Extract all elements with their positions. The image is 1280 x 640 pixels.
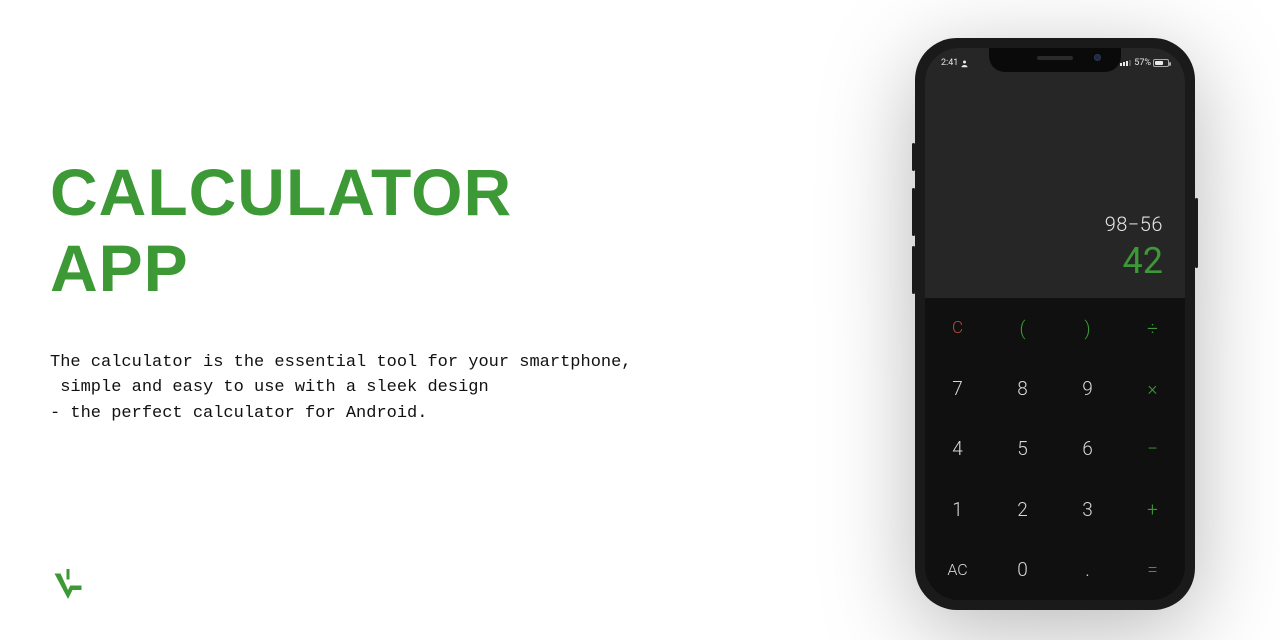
page-title: CALCULATOR APP xyxy=(50,155,770,307)
phone-volume-up-icon xyxy=(912,188,915,236)
key-5[interactable]: 5 xyxy=(990,419,1055,479)
calc-result: 42 xyxy=(1123,240,1163,282)
phone-mockup: 2:41 57% 98−56 42 xyxy=(915,38,1195,610)
phone-mute-switch-icon xyxy=(912,143,915,171)
phone-frame: 2:41 57% 98−56 42 xyxy=(915,38,1195,610)
key-paren-right[interactable]: ) xyxy=(1055,298,1120,358)
key-divide[interactable]: ÷ xyxy=(1120,298,1185,358)
promo-page: CALCULATOR APP The calculator is the ess… xyxy=(0,0,1280,640)
key-equals[interactable]: = xyxy=(1120,540,1185,600)
phone-notch-icon xyxy=(989,48,1121,72)
description-text: The calculator is the essential tool for… xyxy=(50,350,770,427)
key-all-clear[interactable]: AC xyxy=(925,540,990,600)
key-6[interactable]: 6 xyxy=(1055,419,1120,479)
key-add[interactable]: + xyxy=(1120,479,1185,539)
title-line-2: APP xyxy=(50,231,770,307)
signal-icon xyxy=(1120,60,1131,66)
key-decimal[interactable]: . xyxy=(1055,540,1120,600)
calc-expression: 98−56 xyxy=(1105,212,1163,236)
key-subtract[interactable]: − xyxy=(1120,419,1185,479)
phone-volume-down-icon xyxy=(912,246,915,294)
key-4[interactable]: 4 xyxy=(925,419,990,479)
key-1[interactable]: 1 xyxy=(925,479,990,539)
phone-power-button-icon xyxy=(1195,198,1198,268)
key-clear[interactable]: C xyxy=(925,298,990,358)
status-time: 2:41 xyxy=(941,58,958,68)
phone-screen: 2:41 57% 98−56 42 xyxy=(925,48,1185,600)
battery-icon xyxy=(1153,59,1169,67)
calc-display: 98−56 42 xyxy=(925,48,1185,298)
status-battery-pct: 57% xyxy=(1134,58,1151,68)
title-line-1: CALCULATOR xyxy=(50,155,770,231)
key-9[interactable]: 9 xyxy=(1055,358,1120,418)
key-paren-left[interactable]: ( xyxy=(990,298,1055,358)
calc-keypad: C ( ) ÷ 7 8 9 × 4 5 6 − 1 2 3 + AC xyxy=(925,298,1185,600)
key-2[interactable]: 2 xyxy=(990,479,1055,539)
key-8[interactable]: 8 xyxy=(990,358,1055,418)
hero-text: CALCULATOR APP The calculator is the ess… xyxy=(50,155,770,426)
key-0[interactable]: 0 xyxy=(990,540,1055,600)
key-3[interactable]: 3 xyxy=(1055,479,1120,539)
key-7[interactable]: 7 xyxy=(925,358,990,418)
key-multiply[interactable]: × xyxy=(1120,358,1185,418)
brand-logo-icon xyxy=(50,566,86,602)
status-user-icon xyxy=(960,59,969,68)
